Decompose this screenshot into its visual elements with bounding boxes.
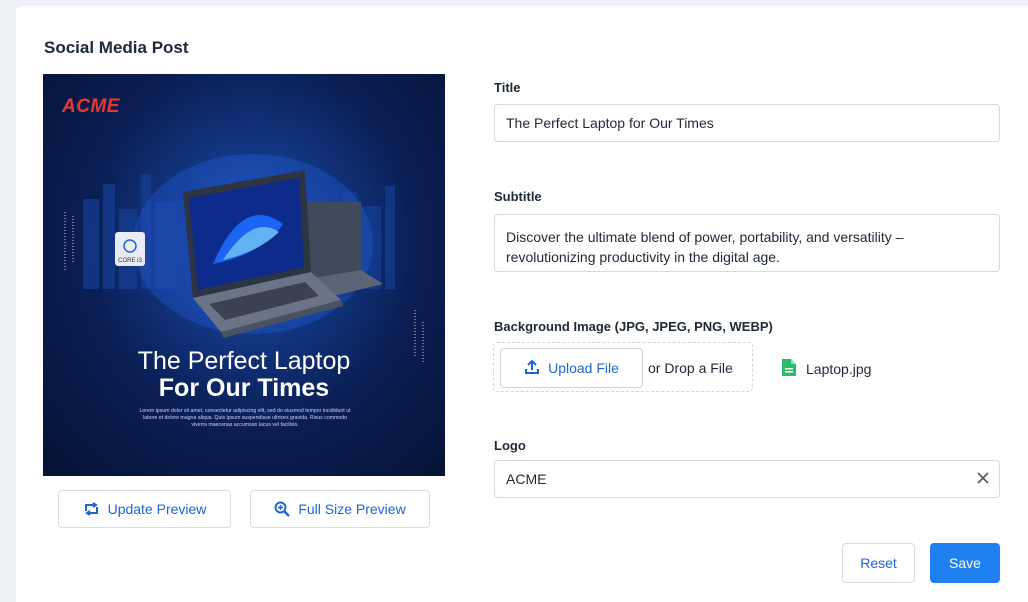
subtitle-textarea[interactable]: Discover the ultimate blend of power, po… — [494, 214, 1000, 272]
logo-select[interactable]: ACME — [494, 460, 1000, 498]
zoom-in-icon — [274, 501, 291, 517]
file-icon — [782, 359, 796, 379]
upload-file-label: Upload File — [548, 360, 619, 376]
full-size-preview-label: Full Size Preview — [298, 501, 406, 517]
background-image-label: Background Image (JPG, JPEG, PNG, WEBP) — [494, 319, 773, 334]
update-preview-label: Update Preview — [107, 501, 207, 517]
post-preview-image: CORE i3 ACME The Perfect Laptop For Our … — [43, 74, 445, 476]
uploaded-file: Laptop.jpg — [782, 359, 871, 379]
poster-headline-line1: The Perfect Laptop — [137, 347, 351, 375]
subtitle-textarea-value: Discover the ultimate blend of power, po… — [506, 229, 904, 265]
clear-logo-icon[interactable] — [973, 468, 993, 488]
poster-body-text: Lorem ipsum dolor sit amet, consectetur … — [139, 408, 351, 428]
page-title: Social Media Post — [44, 38, 189, 57]
save-button[interactable]: Save — [930, 543, 1000, 583]
title-label: Title — [494, 80, 521, 95]
title-input-value: The Perfect Laptop for Our Times — [506, 115, 714, 131]
poster-headline-line2: For Our Times — [158, 374, 330, 402]
title-input[interactable]: The Perfect Laptop for Our Times — [494, 104, 1000, 142]
reset-button[interactable]: Reset — [842, 543, 915, 583]
subtitle-label: Subtitle — [494, 189, 542, 204]
logo-label: Logo — [494, 438, 526, 453]
logo-select-value: ACME — [506, 471, 547, 487]
drop-file-text: or Drop a File — [648, 360, 733, 376]
refresh-icon — [83, 502, 100, 516]
cpu-badge-text: CORE i3 — [118, 258, 142, 264]
upload-file-button[interactable]: Upload File — [500, 348, 643, 388]
upload-icon — [524, 359, 540, 378]
update-preview-button[interactable]: Update Preview — [58, 490, 231, 528]
full-size-preview-button[interactable]: Full Size Preview — [250, 490, 430, 528]
file-name: Laptop.jpg — [806, 361, 872, 377]
poster-logo: ACME — [62, 96, 120, 117]
